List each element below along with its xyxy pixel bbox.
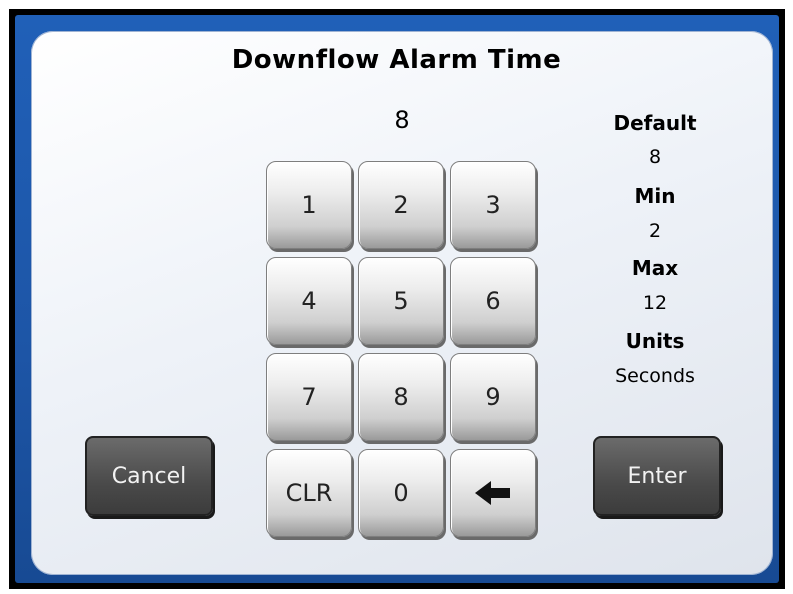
left-arrow-icon [475, 481, 510, 505]
default-label: Default [613, 111, 697, 135]
enter-button[interactable]: Enter [593, 436, 721, 516]
max-label: Max [631, 256, 679, 280]
key-6-label: 6 [485, 287, 501, 315]
key-1-label: 1 [301, 191, 317, 219]
key-8[interactable]: 8 [358, 353, 444, 441]
key-0[interactable]: 0 [358, 449, 444, 537]
key-4[interactable]: 4 [266, 257, 352, 345]
key-0-label: 0 [393, 479, 409, 507]
key-2-label: 2 [393, 191, 409, 219]
key-3-label: 3 [485, 191, 501, 219]
key-7[interactable]: 7 [266, 353, 352, 441]
key-5[interactable]: 5 [358, 257, 444, 345]
clear-button[interactable]: CLR [266, 449, 352, 537]
cancel-button[interactable]: Cancel [85, 436, 213, 516]
cancel-button-label: Cancel [111, 463, 187, 489]
min-value: 2 [648, 220, 662, 242]
key-4-label: 4 [301, 287, 317, 315]
key-9-label: 9 [485, 383, 501, 411]
max-value: 12 [642, 292, 668, 314]
enter-button-label: Enter [627, 463, 687, 489]
key-6[interactable]: 6 [450, 257, 536, 345]
backspace-button[interactable] [450, 449, 536, 537]
key-2[interactable]: 2 [358, 161, 444, 249]
units-label: Units [625, 329, 685, 353]
entry-value-display: 8 [394, 106, 410, 134]
key-9[interactable]: 9 [450, 353, 536, 441]
units-value: Seconds [615, 365, 695, 387]
key-3[interactable]: 3 [450, 161, 536, 249]
min-label: Min [634, 184, 676, 208]
key-5-label: 5 [393, 287, 409, 315]
key-8-label: 8 [393, 383, 409, 411]
key-7-label: 7 [301, 383, 317, 411]
key-1[interactable]: 1 [266, 161, 352, 249]
clear-button-label: CLR [285, 479, 333, 507]
default-value: 8 [648, 146, 662, 168]
dialog-title: Downflow Alarm Time [231, 45, 562, 75]
